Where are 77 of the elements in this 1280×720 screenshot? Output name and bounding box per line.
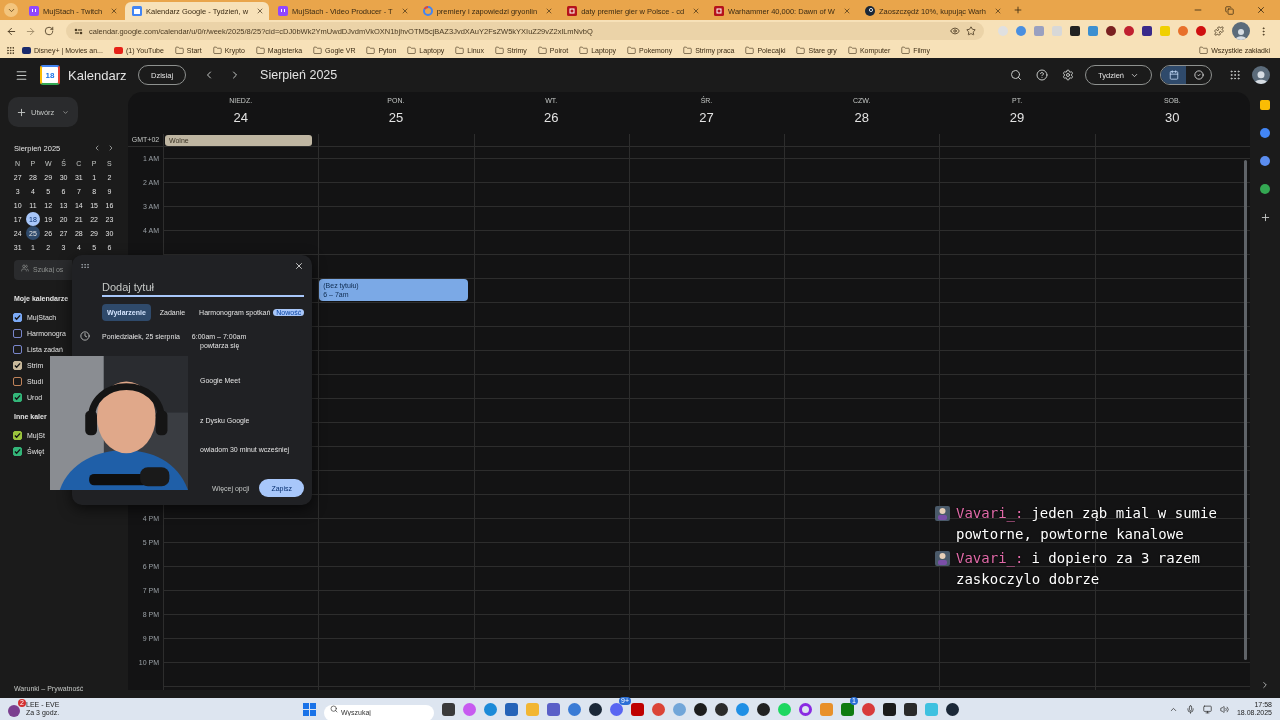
game-site-icon xyxy=(714,6,725,16)
expand-icon[interactable] xyxy=(1260,680,1270,690)
app-icon[interactable] xyxy=(442,702,455,716)
checkbox[interactable] xyxy=(13,376,22,386)
app-icon[interactable] xyxy=(694,702,707,716)
emote-icon xyxy=(935,551,950,566)
add-icon[interactable] xyxy=(1259,212,1271,223)
date-number[interactable]: 29 xyxy=(1009,110,1025,125)
checkbox[interactable] xyxy=(13,312,22,322)
profile-avatar[interactable] xyxy=(1252,66,1270,84)
start-icon[interactable] xyxy=(303,702,316,716)
app-title: Kalendarz xyxy=(68,67,128,83)
checkbox[interactable] xyxy=(13,430,22,440)
tab-search-button[interactable] xyxy=(4,3,18,17)
caret-icon xyxy=(62,108,70,116)
close-icon[interactable] xyxy=(256,7,265,15)
folder-icon xyxy=(495,45,504,55)
checkbox[interactable] xyxy=(13,344,22,354)
extensions-icon[interactable] xyxy=(1214,26,1224,36)
calendar-view-icon[interactable] xyxy=(1161,66,1186,84)
folder-icon xyxy=(1199,45,1209,55)
clock-icon xyxy=(80,331,90,341)
folder-icon xyxy=(901,45,911,55)
folder-icon xyxy=(627,45,637,55)
period-title: Sierpień 2025 xyxy=(260,68,338,82)
checkbox[interactable] xyxy=(13,328,22,338)
date-number[interactable]: 24 xyxy=(233,110,248,125)
site-info-icon[interactable] xyxy=(74,26,83,36)
folder-icon xyxy=(683,45,693,55)
calendar-icon xyxy=(132,6,143,16)
folder-icon xyxy=(455,45,465,55)
star-icon[interactable] xyxy=(966,26,976,36)
app-icon[interactable] xyxy=(589,702,602,716)
title-field[interactable]: Dodaj tytuł xyxy=(102,279,304,297)
folder-icon xyxy=(537,45,547,55)
checkbox[interactable] xyxy=(13,360,22,370)
plus-icon xyxy=(16,106,27,118)
folder-icon xyxy=(313,45,323,55)
folder-icon xyxy=(366,45,376,55)
date-number[interactable]: 27 xyxy=(699,110,714,125)
close-icon[interactable] xyxy=(294,261,304,271)
date-number[interactable]: 25 xyxy=(388,110,404,125)
date-number[interactable]: 26 xyxy=(543,110,559,125)
restore-icon[interactable] xyxy=(1225,5,1234,15)
folder-icon xyxy=(174,45,184,55)
folder-icon xyxy=(407,45,417,55)
apps-icon[interactable] xyxy=(6,45,15,55)
folder-icon xyxy=(579,45,589,55)
checkbox[interactable] xyxy=(13,446,22,456)
drag-handle-icon[interactable] xyxy=(80,261,90,271)
game-site-icon xyxy=(567,6,578,16)
app-icon[interactable] xyxy=(715,702,728,716)
folder-icon xyxy=(212,45,222,55)
folder-icon xyxy=(745,45,755,55)
folder-icon xyxy=(796,45,806,55)
app-icon[interactable] xyxy=(946,702,959,716)
display-icon[interactable] xyxy=(1202,704,1212,714)
date-number[interactable]: 28 xyxy=(854,110,869,125)
reload-icon[interactable] xyxy=(44,26,54,36)
checkbox[interactable] xyxy=(13,392,22,402)
eye-icon[interactable] xyxy=(950,26,960,36)
app-icon[interactable] xyxy=(883,702,896,716)
speaker-icon[interactable] xyxy=(1219,704,1229,714)
emote-icon xyxy=(935,506,950,521)
folder-icon xyxy=(847,45,857,55)
back-icon[interactable] xyxy=(6,25,17,37)
microphone-icon[interactable] xyxy=(1185,704,1195,714)
calendar-logo: 18 xyxy=(40,65,60,85)
folder-icon xyxy=(255,45,265,55)
people-icon xyxy=(21,264,29,272)
scrollbar[interactable] xyxy=(1244,160,1247,660)
close-icon[interactable] xyxy=(1256,5,1266,15)
search-icon xyxy=(330,705,338,713)
chat-message: Vavari_: i dopiero za 3 razem zaskoczylo dobrze xyxy=(956,549,1201,589)
app-icon[interactable] xyxy=(904,702,917,716)
date-number[interactable]: 30 xyxy=(1165,110,1180,125)
app-icon[interactable] xyxy=(757,702,770,716)
